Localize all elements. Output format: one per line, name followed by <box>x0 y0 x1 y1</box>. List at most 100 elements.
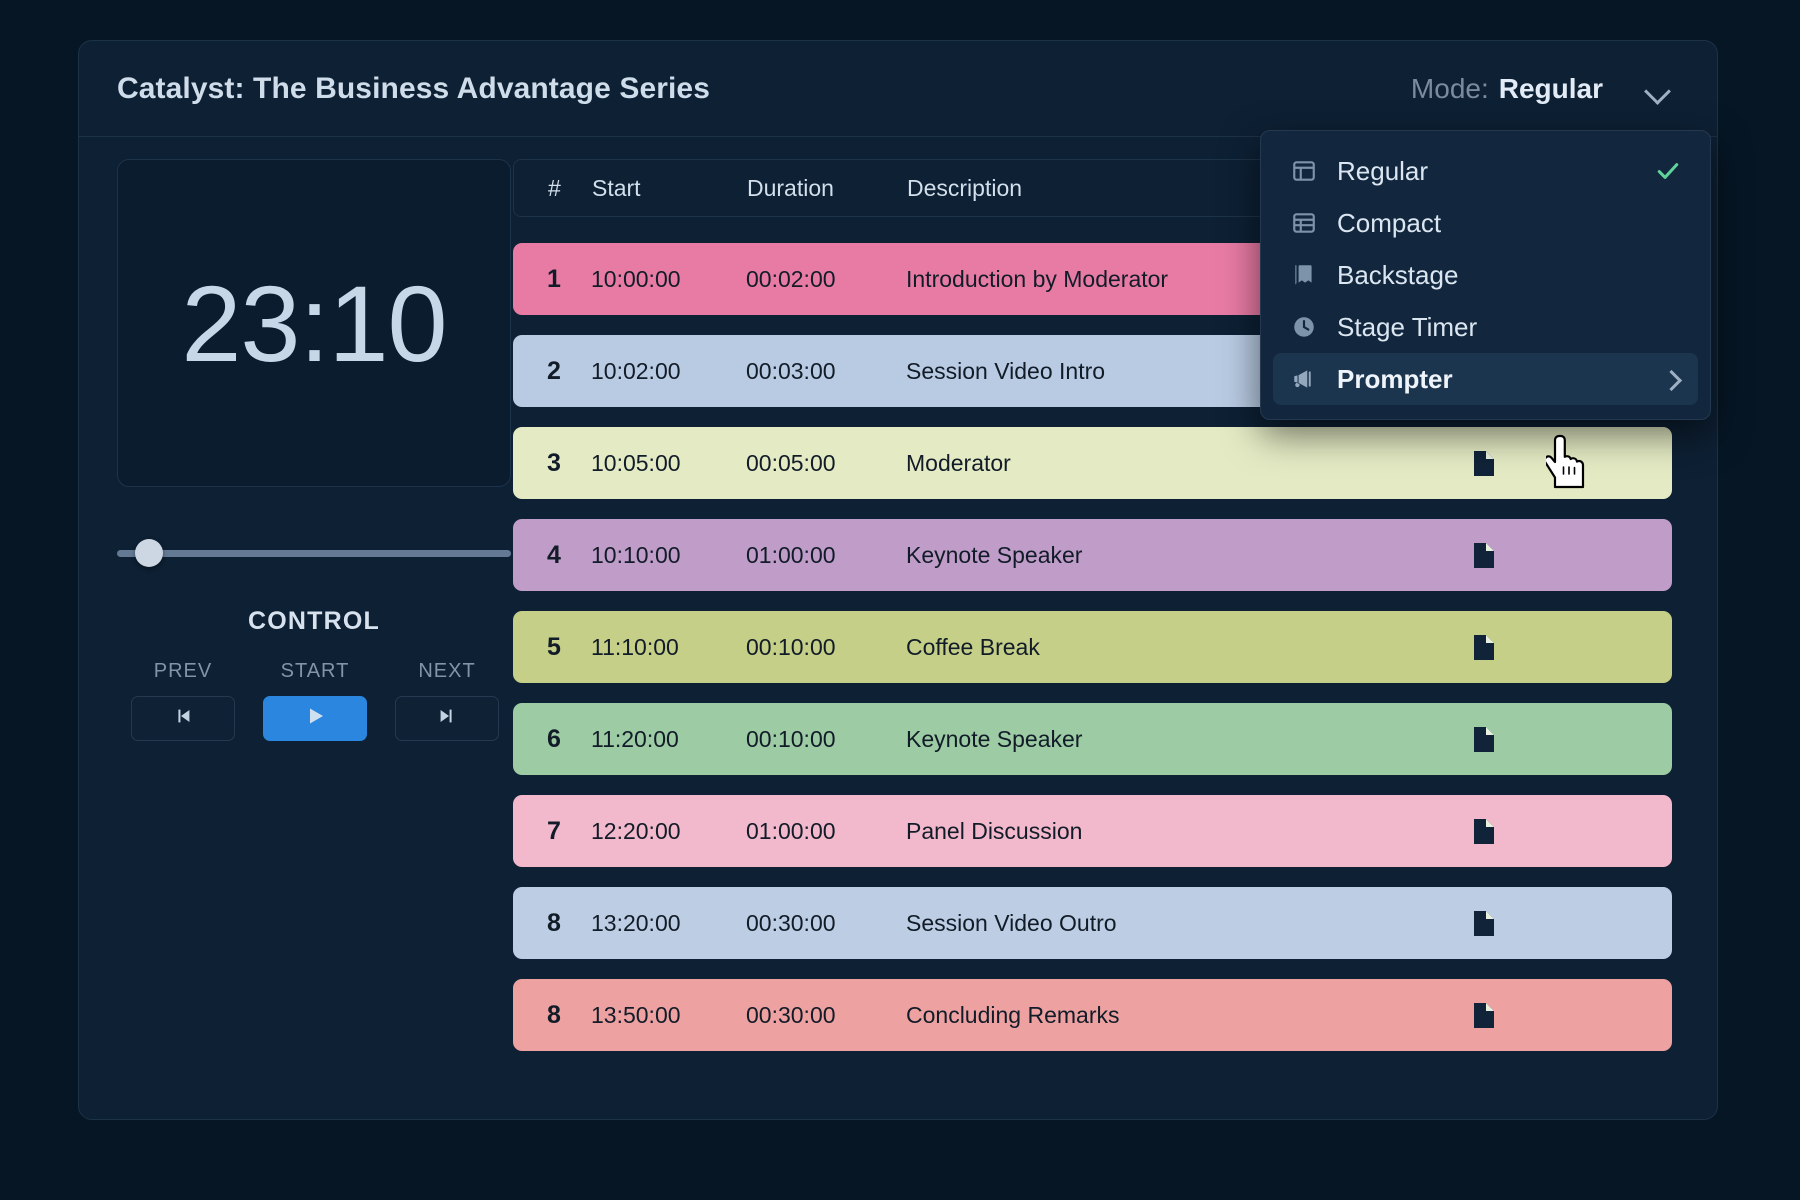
row-description: Panel Discussion <box>906 817 1083 844</box>
start-button[interactable] <box>263 696 367 741</box>
row-number: 1 <box>547 264 561 293</box>
timer-app-window: Catalyst: The Business Advantage Series … <box>78 40 1718 1120</box>
mode-option-backstage[interactable]: Backstage <box>1273 249 1698 301</box>
table-row[interactable]: 6 11:20:00 00:10:00 Keynote Speaker <box>513 703 1672 775</box>
mode-option-label: Prompter <box>1337 363 1453 394</box>
document-icon <box>1472 1002 1496 1029</box>
row-start: 12:20:00 <box>591 817 681 844</box>
mode-option-label: Stage Timer <box>1337 311 1478 342</box>
control-section-title: CONTROL <box>248 607 380 635</box>
progress-slider[interactable] <box>117 539 511 567</box>
play-icon <box>303 704 327 733</box>
table-row[interactable]: 4 10:10:00 01:00:00 Keynote Speaker <box>513 519 1672 591</box>
row-duration: 00:03:00 <box>746 357 836 384</box>
row-description: Keynote Speaker <box>906 541 1083 568</box>
mode-dropdown-menu: Regular Compact Backstage Stage Timer Pr… <box>1260 130 1711 420</box>
column-header-start: Start <box>592 174 641 201</box>
prev-control: PREV <box>131 660 235 741</box>
mode-current-value: Regular <box>1498 72 1603 104</box>
next-control: NEXT <box>395 660 499 741</box>
clock-icon <box>1291 314 1317 340</box>
prev-button[interactable] <box>131 696 235 741</box>
row-document-button[interactable] <box>1472 634 1672 661</box>
row-description: Coffee Break <box>906 633 1040 660</box>
start-label: START <box>280 660 350 682</box>
row-start: 10:10:00 <box>591 541 681 568</box>
mode-option-label: Compact <box>1337 207 1442 238</box>
row-start: 10:00:00 <box>591 265 681 292</box>
next-label: NEXT <box>418 660 476 682</box>
table-row[interactable]: 8 13:20:00 00:30:00 Session Video Outro <box>513 887 1672 959</box>
row-start: 11:10:00 <box>591 633 679 660</box>
row-number: 3 <box>547 448 561 477</box>
row-start: 13:50:00 <box>591 1001 681 1028</box>
column-header-duration: Duration <box>747 174 834 201</box>
row-number: 7 <box>547 816 561 845</box>
row-number: 6 <box>547 724 561 753</box>
row-duration: 00:10:00 <box>746 725 836 752</box>
row-duration: 00:30:00 <box>746 909 836 936</box>
timer-value: 23:10 <box>181 262 447 384</box>
slider-thumb[interactable] <box>134 539 163 567</box>
document-icon <box>1472 542 1496 569</box>
row-duration: 00:30:00 <box>746 1001 836 1028</box>
timer-display: 23:10 <box>117 159 511 487</box>
row-number: 2 <box>547 356 561 385</box>
chevron-right-icon <box>1662 369 1682 389</box>
page-title: Catalyst: The Business Advantage Series <box>117 71 711 105</box>
start-control: START <box>263 660 367 741</box>
table-row[interactable]: 7 12:20:00 01:00:00 Panel Discussion <box>513 795 1672 867</box>
document-icon <box>1472 450 1496 477</box>
document-icon <box>1472 634 1496 661</box>
table-rows-icon <box>1291 210 1317 236</box>
row-duration: 00:05:00 <box>746 449 836 476</box>
row-document-button[interactable] <box>1472 818 1672 845</box>
document-icon <box>1472 726 1496 753</box>
mode-option-compact[interactable]: Compact <box>1273 197 1698 249</box>
column-header-number: # <box>548 174 561 201</box>
mode-option-prompter[interactable]: Prompter <box>1273 353 1698 405</box>
row-start: 10:02:00 <box>591 357 681 384</box>
row-duration: 00:10:00 <box>746 633 836 660</box>
book-icon <box>1291 262 1317 288</box>
row-description: Session Video Outro <box>906 909 1117 936</box>
next-button[interactable] <box>395 696 499 741</box>
row-number: 8 <box>547 1000 561 1029</box>
row-description: Concluding Remarks <box>906 1001 1120 1028</box>
row-duration: 01:00:00 <box>746 817 836 844</box>
row-description: Moderator <box>906 449 1011 476</box>
row-document-button[interactable] <box>1472 726 1672 753</box>
mode-option-label: Regular <box>1337 155 1429 186</box>
row-duration: 01:00:00 <box>746 541 836 568</box>
megaphone-icon <box>1291 366 1317 392</box>
mode-option-regular[interactable]: Regular <box>1273 145 1698 197</box>
row-document-button[interactable] <box>1472 1002 1672 1029</box>
app-header: Catalyst: The Business Advantage Series … <box>79 41 1717 137</box>
table-row[interactable]: 5 11:10:00 00:10:00 Coffee Break <box>513 611 1672 683</box>
mode-option-stage-timer[interactable]: Stage Timer <box>1273 301 1698 353</box>
chevron-down-icon <box>1643 74 1673 104</box>
control-buttons: PREV START NEXT <box>117 660 511 741</box>
mode-prefix-label: Mode: <box>1410 72 1489 104</box>
prev-label: PREV <box>153 660 213 682</box>
row-number: 5 <box>547 632 561 661</box>
mode-option-label: Backstage <box>1337 259 1459 290</box>
row-start: 13:20:00 <box>591 909 681 936</box>
check-icon <box>1654 157 1682 185</box>
document-icon <box>1472 910 1496 937</box>
table-row[interactable]: 8 13:50:00 00:30:00 Concluding Remarks <box>513 979 1672 1051</box>
row-start: 10:05:00 <box>591 449 681 476</box>
skip-forward-icon <box>436 705 458 732</box>
row-document-button[interactable] <box>1472 542 1672 569</box>
timer-panel: 23:10 CONTROL PREV START NEXT <box>79 159 511 1071</box>
slider-track <box>117 550 511 557</box>
row-duration: 00:02:00 <box>746 265 836 292</box>
layout-icon <box>1291 158 1317 184</box>
table-row[interactable]: 3 10:05:00 00:05:00 Moderator <box>513 427 1672 499</box>
row-document-button[interactable] <box>1472 910 1672 937</box>
row-start: 11:20:00 <box>591 725 679 752</box>
document-icon <box>1472 818 1496 845</box>
mode-selector[interactable]: Mode: Regular <box>1403 67 1677 111</box>
row-document-button[interactable] <box>1472 450 1672 477</box>
row-number: 8 <box>547 908 561 937</box>
